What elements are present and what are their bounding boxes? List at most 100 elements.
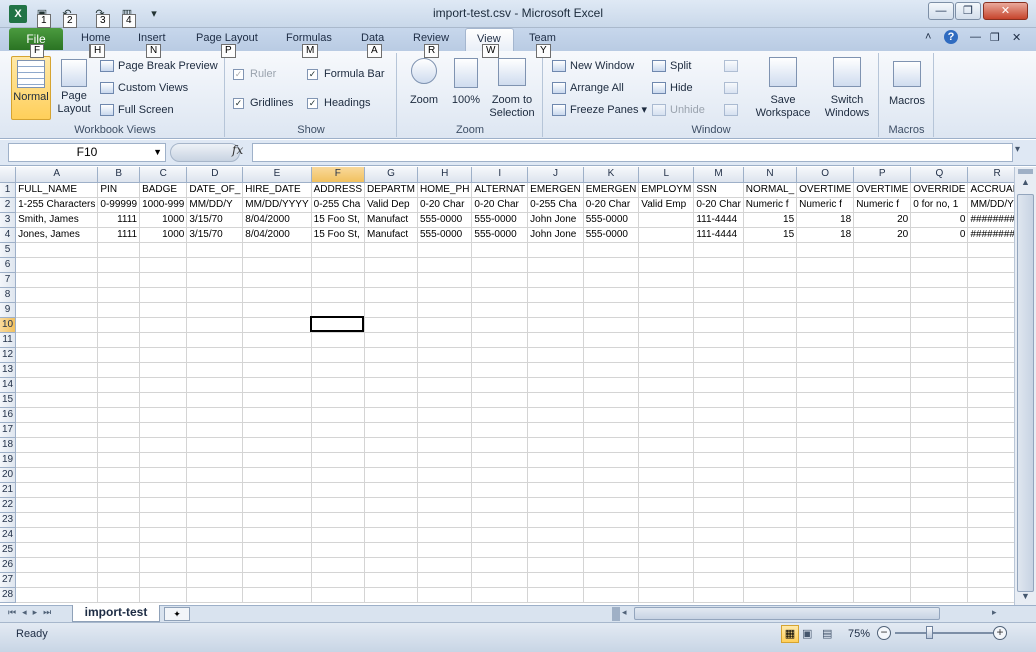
cell[interactable] xyxy=(967,392,1014,408)
cell[interactable] xyxy=(15,347,99,363)
reset-window-button[interactable] xyxy=(724,102,742,118)
cell[interactable] xyxy=(638,287,695,303)
cell[interactable] xyxy=(364,347,418,363)
cell[interactable] xyxy=(583,497,640,513)
cell[interactable] xyxy=(97,572,141,588)
cell[interactable] xyxy=(583,572,640,588)
cell[interactable] xyxy=(853,392,912,408)
cell[interactable] xyxy=(242,557,312,573)
cell[interactable] xyxy=(796,272,855,288)
cell[interactable] xyxy=(311,377,366,393)
cell[interactable] xyxy=(583,317,640,333)
cell[interactable] xyxy=(97,452,141,468)
cell[interactable] xyxy=(139,317,188,333)
cell[interactable] xyxy=(910,497,969,513)
cell[interactable] xyxy=(97,527,141,543)
cell[interactable] xyxy=(967,272,1014,288)
cell[interactable]: 0 for no, 1 xyxy=(910,197,969,213)
cell[interactable] xyxy=(139,407,188,423)
cell[interactable] xyxy=(967,512,1014,528)
cell[interactable] xyxy=(139,362,188,378)
cell[interactable] xyxy=(97,332,141,348)
cell[interactable] xyxy=(796,437,855,453)
cell[interactable] xyxy=(967,587,1014,603)
cell[interactable]: 18 xyxy=(796,212,855,228)
cell[interactable]: Valid Emp xyxy=(638,197,695,213)
cell[interactable]: 111-4444 xyxy=(693,212,744,228)
cell[interactable] xyxy=(910,422,969,438)
cell[interactable] xyxy=(242,377,312,393)
cell[interactable] xyxy=(139,392,188,408)
row-header[interactable]: 9 xyxy=(0,302,17,318)
sync-scroll-button[interactable] xyxy=(724,80,742,96)
cell[interactable]: 1000 xyxy=(139,212,188,228)
cell[interactable] xyxy=(364,497,418,513)
cell[interactable] xyxy=(471,287,529,303)
cell[interactable] xyxy=(471,317,529,333)
row-header[interactable]: 14 xyxy=(0,377,17,393)
cell[interactable] xyxy=(364,512,418,528)
cell[interactable] xyxy=(853,407,912,423)
column-header[interactable]: K xyxy=(583,167,640,183)
cell[interactable] xyxy=(471,392,529,408)
column-header[interactable]: B xyxy=(97,167,141,183)
row-header[interactable]: 21 xyxy=(0,482,17,498)
cell[interactable] xyxy=(583,527,640,543)
cell[interactable] xyxy=(417,242,473,258)
cell[interactable]: Manufact xyxy=(364,227,418,243)
cell[interactable] xyxy=(853,527,912,543)
cell[interactable] xyxy=(583,242,640,258)
cell[interactable] xyxy=(311,437,366,453)
cell[interactable] xyxy=(186,287,244,303)
cell[interactable] xyxy=(97,497,141,513)
cell[interactable] xyxy=(364,317,418,333)
cell[interactable] xyxy=(527,272,584,288)
cell[interactable] xyxy=(743,317,798,333)
cell[interactable] xyxy=(527,317,584,333)
cell[interactable] xyxy=(967,452,1014,468)
cell[interactable]: EMERGEN xyxy=(527,182,584,198)
cell[interactable]: 555-0000 xyxy=(417,212,473,228)
cell[interactable] xyxy=(97,347,141,363)
cell[interactable] xyxy=(693,572,744,588)
cell[interactable] xyxy=(471,467,529,483)
cell[interactable] xyxy=(527,302,584,318)
cell[interactable] xyxy=(471,332,529,348)
cell[interactable] xyxy=(186,407,244,423)
cell[interactable]: 0-20 Char xyxy=(583,197,640,213)
cell[interactable] xyxy=(417,437,473,453)
split-button[interactable]: Split xyxy=(652,58,691,74)
zoom-button[interactable]: Zoom xyxy=(404,58,444,107)
cell[interactable]: 15 xyxy=(743,227,798,243)
cell[interactable] xyxy=(242,332,312,348)
cell[interactable] xyxy=(527,257,584,273)
cell[interactable] xyxy=(311,527,366,543)
row-header[interactable]: 20 xyxy=(0,467,17,483)
cell[interactable] xyxy=(853,362,912,378)
cell[interactable] xyxy=(527,392,584,408)
cell[interactable]: 1000-999 xyxy=(139,197,188,213)
cell[interactable] xyxy=(853,452,912,468)
cell[interactable] xyxy=(638,557,695,573)
cell[interactable] xyxy=(471,482,529,498)
cell[interactable] xyxy=(910,362,969,378)
cell[interactable] xyxy=(638,242,695,258)
cell[interactable] xyxy=(417,362,473,378)
cell[interactable]: John Jone xyxy=(527,212,584,228)
cell[interactable]: NORMAL_ xyxy=(743,182,798,198)
cell[interactable]: SSN xyxy=(693,182,744,198)
cell[interactable] xyxy=(743,422,798,438)
column-header[interactable]: E xyxy=(242,167,312,183)
cell[interactable] xyxy=(139,572,188,588)
cell[interactable] xyxy=(242,437,312,453)
row-header[interactable]: 24 xyxy=(0,527,17,543)
cell[interactable] xyxy=(417,422,473,438)
cell[interactable] xyxy=(910,437,969,453)
cell[interactable] xyxy=(527,467,584,483)
cell[interactable] xyxy=(97,587,141,603)
cell[interactable] xyxy=(583,587,640,603)
cell[interactable]: 1000 xyxy=(139,227,188,243)
cell[interactable] xyxy=(743,542,798,558)
cell[interactable] xyxy=(583,422,640,438)
cell[interactable] xyxy=(638,542,695,558)
